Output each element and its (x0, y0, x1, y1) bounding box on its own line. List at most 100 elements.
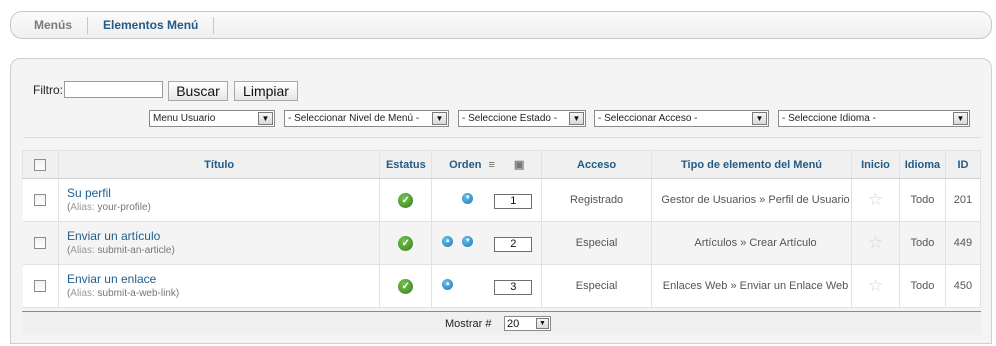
menu-level-select[interactable]: - Seleccionar Nivel de Menú - ▼ (284, 110, 449, 127)
home-cell: ☆ (851, 178, 900, 222)
column-status[interactable]: Estatus (379, 150, 433, 179)
access-select[interactable]: - Seleccionar Acceso - ▼ (594, 110, 769, 127)
star-icon[interactable]: ☆ (868, 190, 883, 209)
tab-menu-items[interactable]: Elementos Menú (103, 18, 198, 32)
alias-value: submit-a-web-link (97, 288, 176, 299)
row-checkbox[interactable] (34, 237, 47, 250)
tab-menus[interactable]: Menús (34, 18, 72, 32)
access-cell: Especial (541, 264, 653, 308)
language-cell: Todo (899, 221, 946, 265)
row-select-cell (22, 264, 59, 308)
alias-label: Alias: (70, 288, 95, 299)
id-cell: 201 (945, 178, 982, 222)
published-check-icon[interactable]: ✓ (398, 278, 414, 294)
save-order-icon[interactable]: ▣ (514, 159, 524, 171)
select-all-checkbox[interactable] (34, 158, 47, 171)
filter-label: Filtro: (33, 83, 63, 97)
column-order[interactable]: Orden ≡ ▣ (431, 150, 543, 179)
status-cell: ✓ (379, 264, 433, 308)
row-select-cell (22, 178, 59, 222)
menu-level-select-value: - Seleccionar Nivel de Menú - (288, 113, 420, 124)
order-input[interactable]: 2 (494, 237, 533, 252)
pagination-bar: Mostrar # 20 ▼ (22, 311, 981, 335)
chevron-down-icon: ▼ (536, 318, 549, 329)
alias-value: submit-an-article (97, 245, 172, 256)
language-cell: Todo (899, 264, 946, 308)
show-count-label: Mostrar # (445, 318, 492, 330)
alias-label: Alias: (70, 245, 95, 256)
filter-input[interactable] (64, 81, 163, 98)
access-cell: Registrado (541, 178, 653, 222)
access-select-value: - Seleccionar Acceso - (598, 113, 698, 124)
move-up-icon[interactable]: ▲ (442, 279, 454, 290)
tab-divider (87, 17, 88, 34)
order-cell: ▼ 1 (431, 178, 543, 222)
star-icon[interactable]: ☆ (868, 276, 883, 295)
column-id[interactable]: ID (944, 150, 982, 179)
clear-button[interactable]: Limpiar (234, 81, 298, 101)
table-row: Enviar un enlace (Alias: submit-a-web-li… (22, 264, 982, 308)
divider (23, 137, 981, 138)
alias-value: your-profile (97, 202, 148, 213)
table-row: Su perfil (Alias: your-profile) ✓ ▼ 1 Re… (22, 178, 982, 222)
column-access[interactable]: Acceso (541, 150, 653, 179)
chevron-down-icon: ▼ (432, 112, 447, 125)
home-cell: ☆ (851, 264, 900, 308)
home-cell: ☆ (851, 221, 900, 265)
status-select[interactable]: - Seleccione Estado - ▼ (458, 110, 586, 127)
sort-icon[interactable]: ≡ (489, 159, 495, 171)
title-cell: Su perfil (Alias: your-profile) (58, 178, 381, 222)
chevron-down-icon: ▼ (752, 112, 767, 125)
row-select-cell (22, 221, 59, 265)
title-cell: Enviar un enlace (Alias: submit-a-web-li… (58, 264, 381, 308)
language-cell: Todo (899, 178, 946, 222)
row-checkbox[interactable] (34, 280, 47, 293)
item-alias: (Alias: submit-a-web-link) (66, 288, 180, 299)
order-cell: ▲ ▼ 2 (431, 221, 543, 265)
type-cell: Gestor de Usuarios » Perfil de Usuario (651, 178, 853, 222)
id-cell: 449 (945, 221, 982, 265)
select-all-cell (22, 150, 59, 179)
status-cell: ✓ (379, 178, 433, 222)
menu-select[interactable]: Menu Usuario ▼ (149, 110, 275, 127)
column-title[interactable]: Título (57, 150, 381, 179)
order-input[interactable]: 1 (494, 194, 533, 209)
show-count-select[interactable]: 20 ▼ (504, 316, 551, 331)
order-cell: ▲ 3 (431, 264, 543, 308)
item-title-link[interactable]: Enviar un artículo (67, 228, 379, 244)
menu-select-value: Menu Usuario (153, 113, 216, 124)
row-checkbox[interactable] (34, 194, 47, 207)
menu-items-panel: Filtro: Buscar Limpiar Menu Usuario ▼ - … (10, 58, 992, 344)
language-select[interactable]: - Seleccione Idioma - ▼ (778, 110, 970, 127)
access-cell: Especial (541, 221, 653, 265)
submenu-tabs: Menús Elementos Menú (10, 11, 992, 39)
alias-label: Alias: (70, 202, 95, 213)
item-alias: (Alias: submit-an-article) (66, 245, 175, 256)
language-select-value: - Seleccione Idioma - (782, 113, 876, 124)
published-check-icon[interactable]: ✓ (398, 235, 414, 251)
item-title-link[interactable]: Su perfil (67, 185, 379, 201)
item-title-link[interactable]: Enviar un enlace (67, 271, 379, 287)
status-select-value: - Seleccione Estado - (462, 113, 558, 124)
column-home[interactable]: Inicio (851, 150, 900, 179)
published-check-icon[interactable]: ✓ (398, 192, 414, 208)
column-order-label: Orden (449, 159, 482, 171)
type-cell: Enlaces Web » Enviar un Enlace Web (651, 264, 853, 308)
column-language[interactable]: Idioma (898, 150, 946, 179)
search-button[interactable]: Buscar (168, 81, 228, 101)
column-type[interactable]: Tipo de elemento del Menú (651, 150, 853, 179)
item-alias: (Alias: your-profile) (66, 202, 151, 213)
chevron-down-icon: ▼ (569, 112, 584, 125)
menu-items-table: Título Estatus Orden ≡ ▣ Acceso Tipo de … (22, 150, 982, 308)
type-cell: Artículos » Crear Artículo (651, 221, 853, 265)
star-icon[interactable]: ☆ (868, 233, 883, 252)
move-up-icon[interactable]: ▲ (442, 236, 454, 247)
id-cell: 450 (945, 264, 982, 308)
show-count-value: 20 (507, 318, 520, 330)
move-down-icon[interactable]: ▼ (462, 236, 474, 247)
table-row: Enviar un artículo (Alias: submit-an-art… (22, 221, 982, 265)
order-input[interactable]: 3 (494, 280, 533, 295)
chevron-down-icon: ▼ (953, 112, 968, 125)
move-down-icon[interactable]: ▼ (462, 193, 474, 204)
table-header-row: Título Estatus Orden ≡ ▣ Acceso Tipo de … (22, 150, 982, 179)
